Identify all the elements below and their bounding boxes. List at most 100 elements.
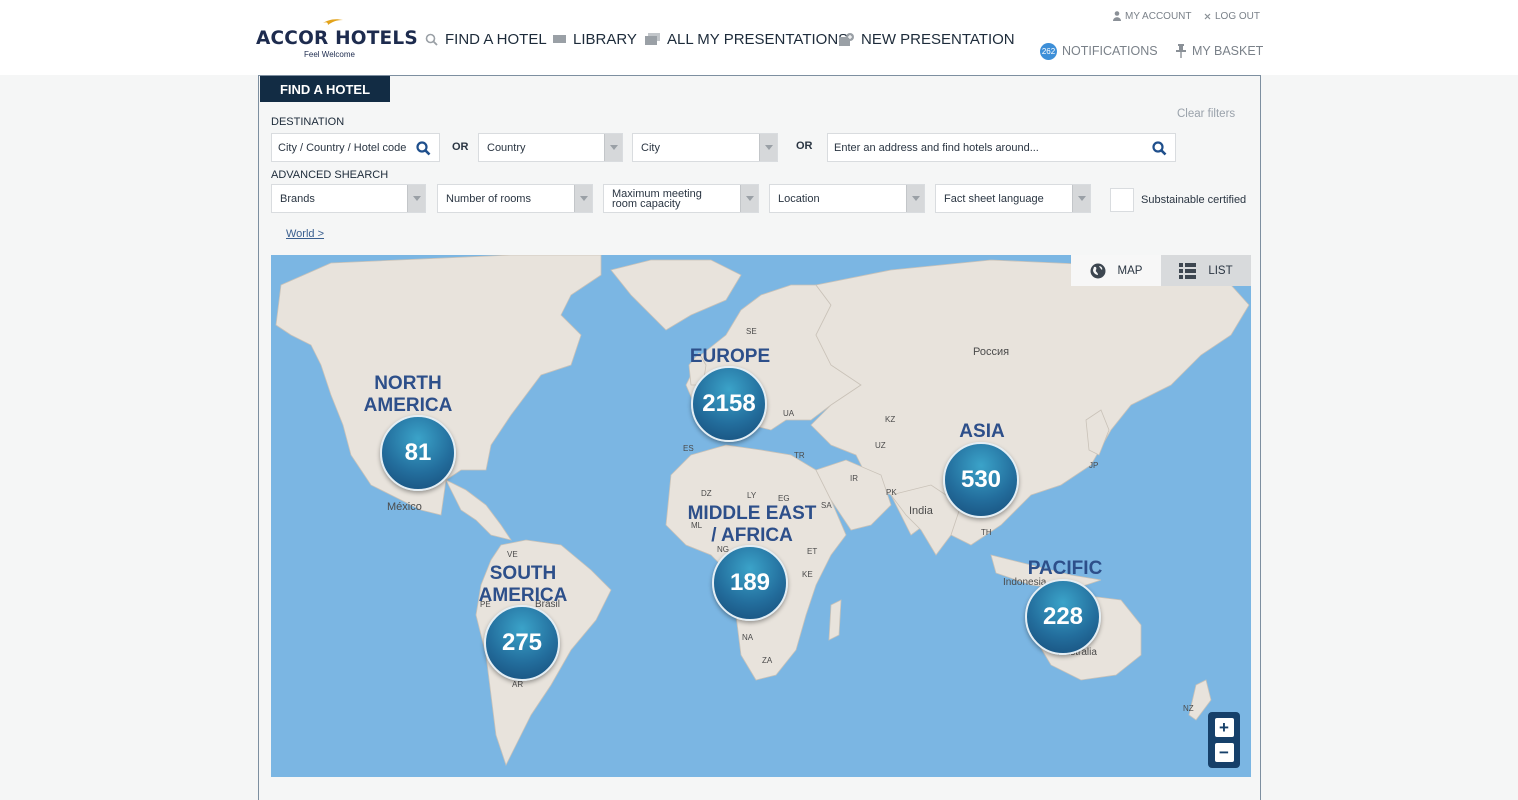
chevron-down-icon (574, 185, 592, 212)
fact-sheet-language-value: Fact sheet language (944, 192, 1044, 205)
country-select-value: Country (487, 141, 526, 154)
brands-select-value: Brands (280, 192, 315, 205)
nav-find-hotel[interactable]: FIND A HOTEL (425, 30, 547, 48)
map-label-ly: LY (747, 491, 757, 500)
region-label-north-america: NORTH AMERICA (363, 373, 453, 416)
map-label-uz: UZ (875, 441, 886, 450)
accor-logo[interactable]: ACCOR HOTELS Feel Welcome (256, 14, 418, 62)
meeting-capacity-value: Maximum meeting room capacity (612, 187, 702, 210)
location-select[interactable]: Location (769, 184, 925, 213)
presentations-icon (645, 33, 660, 45)
address-input[interactable] (834, 141, 1134, 154)
chevron-down-icon (604, 134, 622, 161)
cluster-europe[interactable]: 2158 (691, 366, 767, 442)
map-label-kz: KZ (885, 415, 896, 424)
zoom-out-button[interactable]: − (1214, 743, 1234, 762)
nav-new-presentation-label: NEW PRESENTATION (861, 30, 1015, 48)
brands-select[interactable]: Brands (271, 184, 426, 213)
map-label-mexico: México (387, 501, 422, 513)
my-account-link[interactable]: MY ACCOUNT (1113, 10, 1192, 22)
region-label-pacific: PACIFIC (1027, 558, 1103, 579)
location-select-value: Location (778, 192, 820, 205)
map-label-sa: SA (821, 501, 832, 510)
new-presentation-icon (839, 32, 854, 46)
map-label-es: ES (683, 444, 694, 453)
or-label: OR (452, 141, 469, 153)
brand-tagline: Feel Welcome (304, 50, 355, 59)
map-view-button[interactable]: MAP (1071, 255, 1161, 286)
rooms-select-value: Number of rooms (446, 192, 531, 205)
map-label-nz: NZ (1183, 704, 1194, 713)
map-label-dz: DZ (701, 489, 712, 498)
map-label-ua: UA (783, 409, 795, 418)
fact-sheet-language-select[interactable]: Fact sheet language (935, 184, 1091, 213)
my-account-label: MY ACCOUNT (1125, 10, 1192, 22)
map-label-na: NA (742, 633, 754, 642)
panel-tab-find-hotel[interactable]: FIND A HOTEL (260, 76, 390, 102)
list-view-button[interactable]: LIST (1161, 255, 1251, 286)
pin-icon (1176, 44, 1186, 58)
chevron-down-icon (1072, 185, 1090, 212)
zoom-control: + − (1208, 712, 1240, 768)
search-icon[interactable] (413, 138, 433, 158)
map-label-th: TH (981, 528, 992, 537)
logout-label: LOG OUT (1215, 10, 1261, 22)
cluster-pacific[interactable]: 228 (1025, 579, 1101, 655)
or-label: OR (796, 140, 813, 152)
map-label-eg: EG (778, 494, 790, 503)
bird-logo-icon (323, 19, 343, 25)
list-icon (1179, 262, 1197, 279)
sustainable-checkbox[interactable] (1110, 188, 1134, 212)
book-icon (553, 34, 566, 44)
clear-filters-link[interactable]: Clear filters (1177, 108, 1235, 120)
cluster-south-america[interactable]: 275 (484, 605, 560, 681)
breadcrumb-world[interactable]: World > (286, 228, 324, 240)
region-label-south-america: SOUTH AMERICA (478, 563, 568, 606)
rooms-select[interactable]: Number of rooms (437, 184, 593, 213)
cluster-middle-east-africa[interactable]: 189 (712, 545, 788, 621)
destination-search (271, 133, 440, 162)
globe-icon (1090, 263, 1106, 279)
destination-label: DESTINATION (271, 116, 345, 128)
map-label-ir: IR (850, 474, 858, 483)
region-label-europe: EUROPE (689, 346, 771, 367)
brand-name: ACCOR HOTELS (256, 28, 418, 49)
map-label-ve: VE (507, 550, 518, 559)
city-select[interactable]: City (632, 133, 778, 162)
advanced-search-label: ADVANCED SHEARCH (271, 169, 389, 181)
notifications-link[interactable]: 262 NOTIFICATIONS (1040, 42, 1158, 60)
meeting-capacity-select[interactable]: Maximum meeting room capacity (603, 184, 759, 213)
my-basket-label: MY BASKET (1192, 44, 1264, 58)
cluster-north-america[interactable]: 81 (380, 415, 456, 491)
map-label-india: India (909, 505, 933, 517)
map-view-label: MAP (1117, 264, 1143, 277)
chevron-down-icon (407, 185, 425, 212)
nav-library[interactable]: LIBRARY (553, 30, 637, 48)
chevron-down-icon (759, 134, 777, 161)
city-select-value: City (641, 141, 660, 154)
search-icon[interactable] (1149, 138, 1169, 158)
address-search (827, 133, 1176, 162)
map-label-jp: JP (1089, 461, 1099, 470)
view-toggle: MAP LIST (1071, 255, 1251, 286)
map-label-pk: PK (886, 488, 897, 497)
world-map[interactable]: Россия India México Brasil Australia Ind… (271, 255, 1251, 777)
country-select[interactable]: Country (478, 133, 623, 162)
cluster-asia[interactable]: 530 (943, 442, 1019, 518)
map-label-ar: AR (512, 680, 524, 689)
chevron-down-icon (740, 185, 758, 212)
destination-input[interactable] (278, 141, 410, 154)
map-label-tr: TR (794, 451, 805, 460)
nav-new-presentation[interactable]: NEW PRESENTATION (839, 30, 1015, 48)
close-icon (1204, 13, 1211, 20)
nav-find-hotel-label: FIND A HOTEL (445, 30, 547, 48)
my-basket-link[interactable]: MY BASKET (1176, 43, 1263, 59)
nav-all-presentations[interactable]: ALL MY PRESENTATIONS (645, 30, 848, 48)
nav-library-label: LIBRARY (573, 30, 637, 48)
map-label-za: ZA (762, 656, 773, 665)
region-label-middle-east-africa: MIDDLE EAST / AFRICA (687, 503, 817, 546)
logout-link[interactable]: LOG OUT (1204, 10, 1260, 22)
map-label-ke: KE (802, 570, 813, 579)
header: ACCOR HOTELS Feel Welcome FIND A HOTEL L… (0, 0, 1518, 75)
zoom-in-button[interactable]: + (1214, 718, 1234, 737)
